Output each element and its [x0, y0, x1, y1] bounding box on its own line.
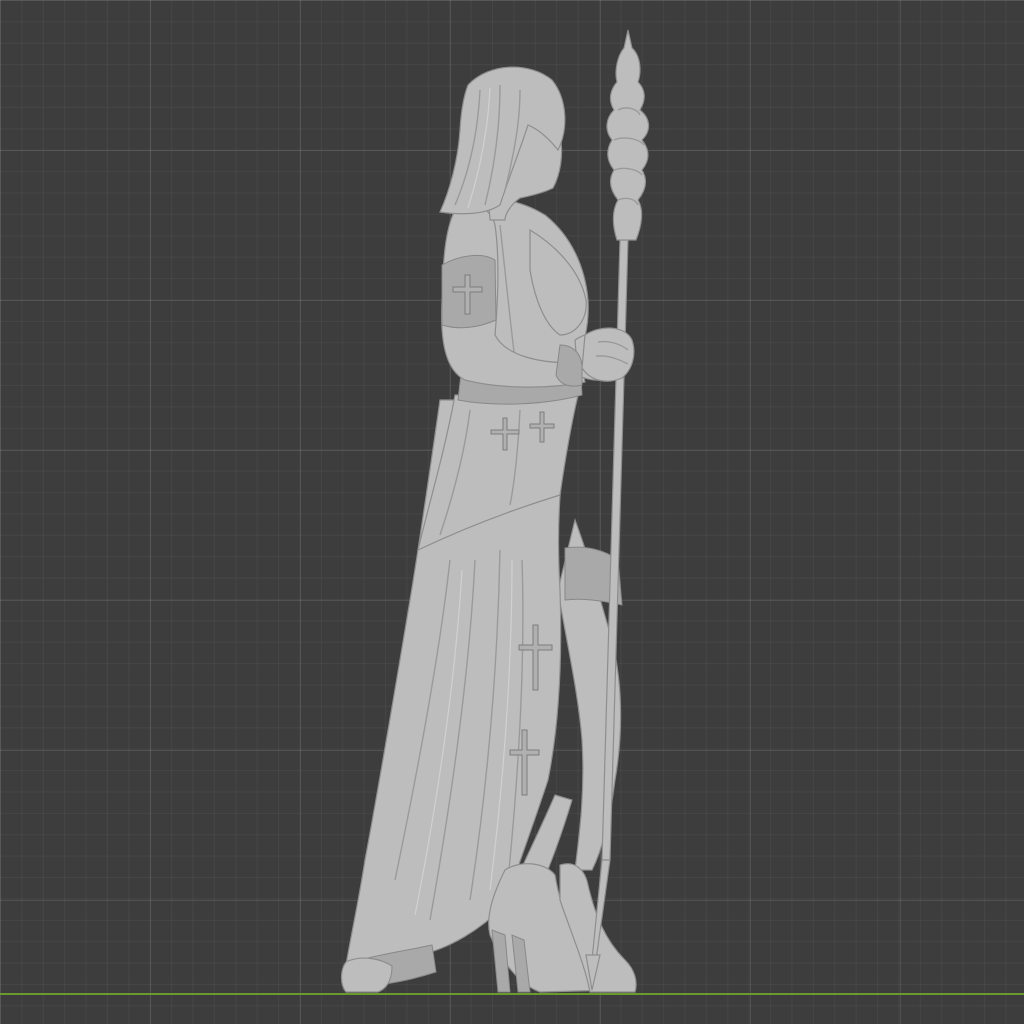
- sculpt-model[interactable]: [0, 0, 1024, 1024]
- 3d-viewport[interactable]: [0, 0, 1024, 1024]
- hand: [581, 327, 635, 382]
- head: [439, 66, 566, 221]
